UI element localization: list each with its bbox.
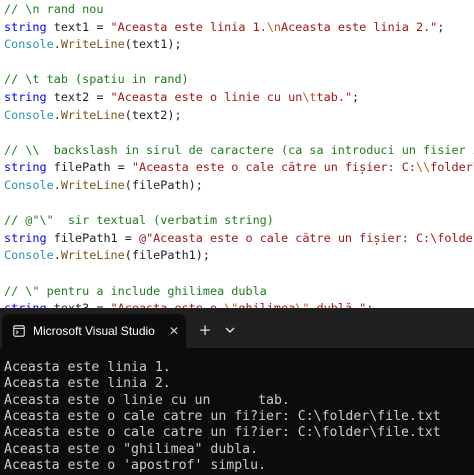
tab-title: Microsoft Visual Studio Debug Console <box>33 324 159 338</box>
tab-debug-console[interactable]: Microsoft Visual Studio Debug Console ✕ <box>2 314 186 348</box>
code-token: Console <box>4 248 54 263</box>
code-line: string filePath1 = @"Aceasta este o cale… <box>4 230 474 246</box>
code-token: "Aceasta este o <box>111 301 225 308</box>
chevron-down-icon[interactable] <box>222 321 238 339</box>
code-line: Console.WriteLine(text1); <box>4 36 182 52</box>
code-token: . <box>53 37 61 52</box>
code-token: "Aceasta este o cale către un fișier: C: <box>131 160 416 175</box>
code-token: string <box>4 90 47 104</box>
console-output-line: Aceasta este o "ghilimea" dubla. <box>4 441 259 457</box>
console-output-line: Aceasta este o cale catre un fi?ier: C:\… <box>4 408 441 424</box>
code-token: filePath = <box>46 160 132 175</box>
code-token: text1 = <box>46 19 111 34</box>
code-token: WriteLine <box>60 107 125 122</box>
code-line: Console.WriteLine(text2); <box>4 107 182 123</box>
code-token: (filePath1); <box>124 248 210 263</box>
console-output-line: Aceasta este linia 1. <box>4 360 171 375</box>
code-token: WriteLine <box>60 248 125 263</box>
code-editor[interactable]: // \n rand nou string text1 = "Aceasta es… <box>0 0 474 308</box>
console-output-line: Aceasta este o linie cu un tab. <box>4 392 290 408</box>
code-token: // @"\" sir textual (verbatim string) <box>4 213 274 228</box>
code-line: string text2 = "Aceasta este o linie cu … <box>4 89 359 105</box>
code-token: string <box>4 230 47 245</box>
code-token: \" <box>224 301 238 308</box>
code-token: Console <box>4 107 54 122</box>
code-line: string text3 = "Aceasta este o \"ghilime… <box>4 300 373 308</box>
code-token: (text2); <box>124 107 182 122</box>
code-token: \t <box>302 90 317 104</box>
code-token: . <box>53 107 61 122</box>
code-line: // \" pentru a include ghilimea dubla <box>4 283 267 299</box>
code-token: Console <box>4 37 54 52</box>
code-line: // \t tab (spatiu in rand) <box>4 71 189 87</box>
console-output-line: Aceasta este o cale catre un fi?ier: C:\… <box>4 425 441 441</box>
close-tab-icon[interactable]: ✕ <box>166 322 182 340</box>
code-token: \\ <box>415 160 431 175</box>
code-token: string <box>4 160 47 175</box>
code-token: string <box>4 301 47 308</box>
console-window-icon <box>13 325 25 337</box>
console-output-line: Aceasta este linia 2. <box>4 376 171 392</box>
code-token: // \t tab (spatiu in rand) <box>4 72 189 87</box>
code-token: \n <box>266 19 282 34</box>
code-line: string text1 = "Aceasta este linia 1.\nA… <box>4 19 444 35</box>
code-token: // \n rand nou <box>4 2 104 16</box>
code-token: ; <box>352 90 360 104</box>
code-token: tab." <box>316 90 353 104</box>
code-token: WriteLine <box>60 178 125 192</box>
code-token: . <box>53 178 61 192</box>
code-token: string <box>4 19 47 34</box>
code-token: ; <box>366 301 373 308</box>
code-token: \" <box>295 301 309 308</box>
code-token: Aceasta este linia 2." <box>281 19 438 34</box>
new-tab-button[interactable]: + <box>196 320 214 340</box>
code-line: // \n rand nou <box>4 1 103 17</box>
code-token: @"Aceasta este o cale către un fișier: C… <box>138 230 474 245</box>
debug-console-window[interactable]: Microsoft Visual Studio Debug Console ✕ … <box>0 308 474 475</box>
code-token: (filePath); <box>124 178 203 192</box>
code-line: Console.WriteLine(filePath1); <box>4 247 210 263</box>
code-token: folder <box>430 160 473 175</box>
code-line: string filePath = "Aceasta este o cale c… <box>4 159 474 175</box>
console-output-line: Aceasta este o 'apostrof' simplu. <box>4 457 267 473</box>
code-line: // \\ backslash in sirul de caractere (c… <box>4 142 474 158</box>
code-token: Console <box>4 178 54 192</box>
code-token: text2 = <box>46 90 111 104</box>
code-token: // \" pentru a include ghilimea dubla <box>4 283 267 298</box>
code-token: (text1); <box>124 37 182 52</box>
code-token: dublă." <box>309 301 367 308</box>
code-token: WriteLine <box>60 37 125 52</box>
code-token: ghilimea <box>238 301 295 308</box>
code-token: text3 = <box>47 301 111 308</box>
code-token: "Aceasta este o linie cu un <box>110 90 303 104</box>
code-token: . <box>53 248 61 263</box>
code-line: Console.WriteLine(filePath); <box>4 177 203 193</box>
code-token: ; <box>437 19 445 34</box>
code-token: // \\ backslash in sirul de caractere (c… <box>4 142 474 157</box>
terminal-tab-bar: Microsoft Visual Studio Debug Console ✕ … <box>0 308 474 348</box>
code-token: filePath1 = <box>46 230 139 245</box>
code-line: // @"\" sir textual (verbatim string) <box>4 212 274 228</box>
code-token: "Aceasta este linia 1. <box>110 19 267 34</box>
